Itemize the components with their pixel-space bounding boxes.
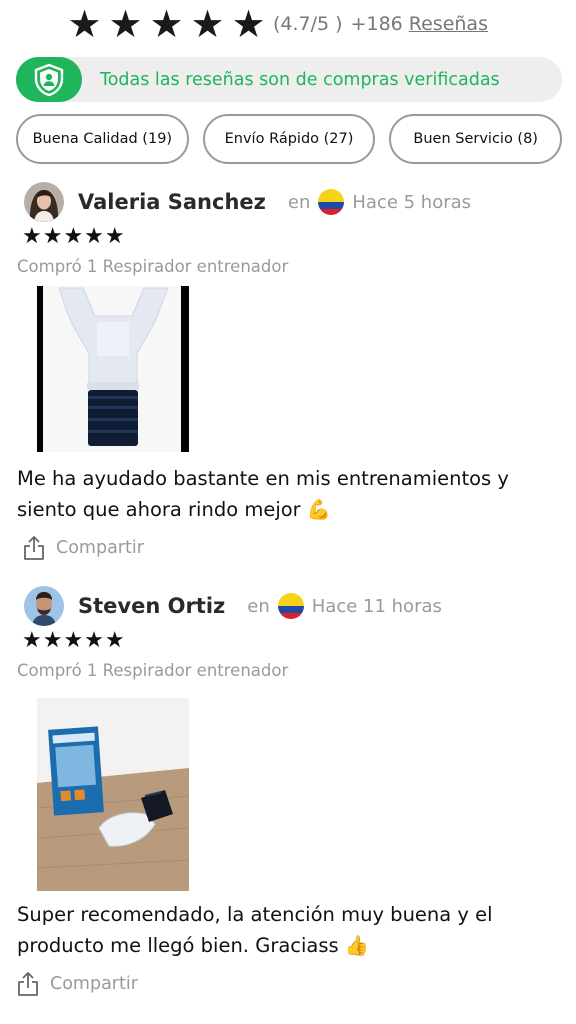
rating-value: (4.7/5 ) — [273, 13, 343, 35]
avatar — [24, 182, 64, 222]
review-header: Valeria Sanchez en Hace 5 horas — [24, 180, 471, 224]
share-icon — [18, 972, 38, 996]
star-icon: ★ — [231, 2, 266, 46]
review-time: Hace 11 horas — [311, 595, 442, 617]
share-button[interactable]: Compartir — [16, 971, 138, 997]
star-icon: ★ — [190, 2, 225, 46]
colombia-flag-icon — [318, 189, 345, 215]
rating-summary: ★ ★ ★ ★ ★ (4.7/5 ) +186 Reseñas — [66, 4, 488, 44]
reviewer-name: Steven Ortiz — [78, 594, 226, 618]
reviewer-name: Valeria Sanchez — [78, 190, 266, 214]
star-icon: ★ — [108, 2, 143, 46]
review-photo[interactable] — [37, 698, 189, 891]
filter-chips: Buena Calidad (19) Envío Rápido (27) Bue… — [16, 114, 563, 164]
verified-banner: Todas las reseñas son de compras verific… — [16, 57, 562, 102]
colombia-flag-icon — [277, 593, 304, 619]
shield-user-icon — [34, 63, 64, 96]
share-button[interactable]: Compartir — [22, 535, 144, 561]
rating-stars: ★ ★ ★ ★ ★ — [66, 4, 267, 44]
review-stars: ★★★★★ — [22, 628, 126, 653]
star-icon: ★ — [149, 2, 184, 46]
filter-chip-service[interactable]: Buen Servicio (8) — [389, 114, 563, 164]
avatar — [24, 586, 64, 626]
location-prefix: en — [247, 595, 270, 617]
verified-text: Todas las reseñas son de compras verific… — [100, 69, 500, 90]
share-icon — [24, 536, 44, 560]
purchased-product: Compró 1 Respirador entrenador — [17, 257, 289, 276]
purchased-product: Compró 1 Respirador entrenador — [17, 661, 289, 680]
review-stars: ★★★★★ — [22, 224, 126, 249]
verified-badge — [16, 57, 82, 102]
filter-chip-quality[interactable]: Buena Calidad (19) — [16, 114, 189, 164]
review-text: Super recomendado, la atención muy buena… — [17, 903, 493, 957]
reviews-link[interactable]: Reseñas — [409, 13, 488, 35]
review-count: +186 — [350, 13, 403, 35]
star-icon: ★ — [67, 2, 102, 46]
location-prefix: en — [287, 191, 311, 213]
filter-chip-shipping[interactable]: Envío Rápido (27) — [202, 114, 376, 164]
review-photo[interactable] — [37, 286, 189, 452]
review-header: Steven Ortiz en Hace 11 horas — [24, 584, 442, 628]
review-time: Hace 5 horas — [352, 191, 472, 213]
share-label: Compartir — [56, 538, 144, 558]
share-label: Compartir — [50, 974, 138, 994]
review-text: Me ha ayudado bastante en mis entrenamie… — [17, 467, 509, 521]
